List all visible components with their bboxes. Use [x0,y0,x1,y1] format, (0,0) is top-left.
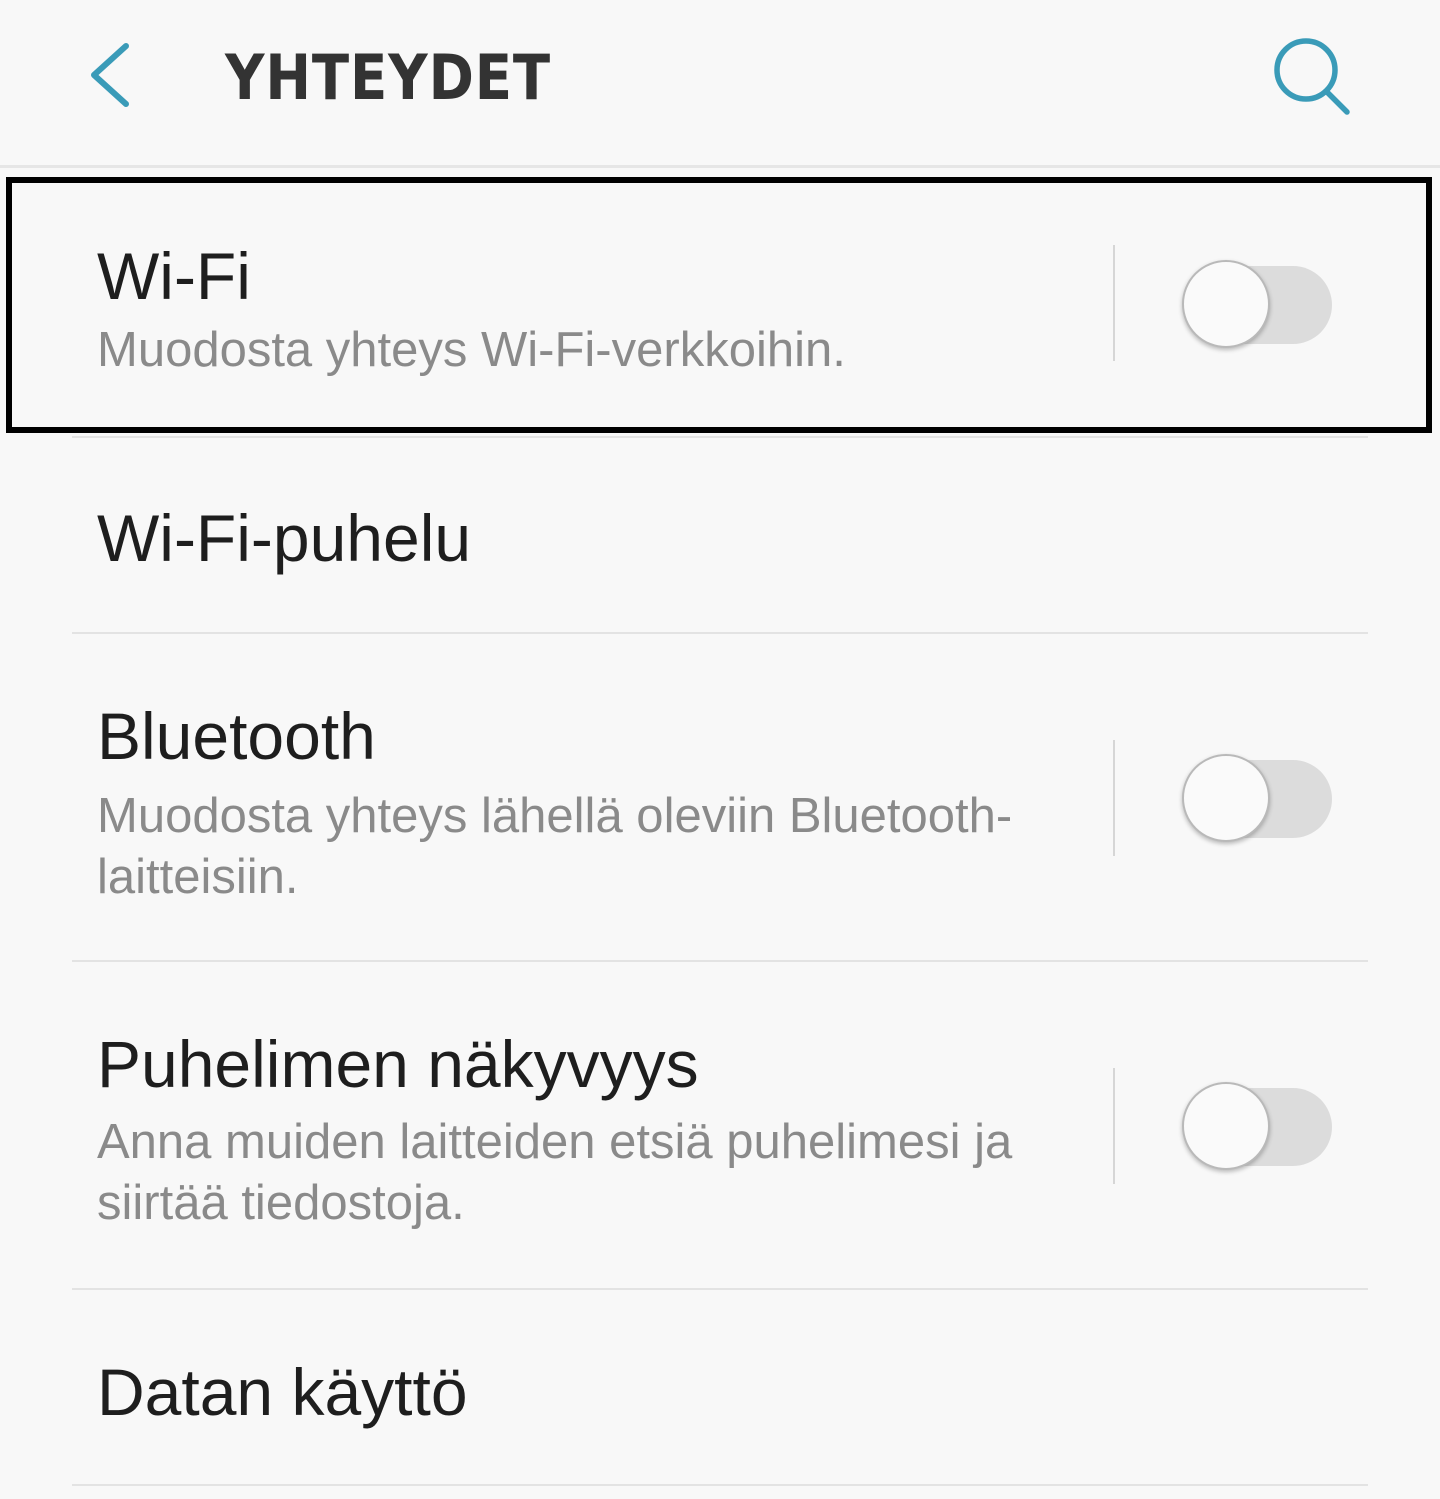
list-item-wifi[interactable]: Wi-Fi Muodosta yhteys Wi-Fi-verkkoihin. [0,180,1440,430]
list-item-subtitle: Muodosta yhteys Wi-Fi-verkkoihin. [97,323,846,377]
settings-list: Wi-Fi Muodosta yhteys Wi-Fi-verkkoihin. … [0,0,1440,1499]
toggle-thumb [1182,260,1270,348]
toggle-thumb [1182,1082,1270,1170]
phone-visibility-toggle[interactable] [1182,1082,1332,1172]
list-item-title: Wi-Fi-puhelu [97,501,472,575]
list-item-title: Wi-Fi [97,239,251,313]
list-item-title: Datan käyttö [97,1355,468,1429]
list-item-subtitle: Muodosta yhteys lähellä oleviin Bluetoot… [97,789,1013,904]
wifi-toggle[interactable] [1182,260,1332,350]
vertical-divider [1113,245,1115,361]
vertical-divider [1113,740,1115,856]
bluetooth-toggle[interactable] [1182,754,1332,844]
list-item-title: Puhelimen näkyvyys [97,1027,699,1101]
list-item-phone-visibility[interactable]: Puhelimen näkyvyys Anna muiden laitteide… [0,962,1440,1288]
list-item-wifi-calling[interactable]: Wi-Fi-puhelu [0,438,1440,632]
list-item-subtitle: Anna muiden laitteiden etsiä puhelimesi … [97,1115,1013,1230]
list-item-bluetooth[interactable]: Bluetooth Muodosta yhteys lähellä olevii… [0,634,1440,960]
vertical-divider [1113,1068,1115,1184]
toggle-thumb [1182,754,1270,842]
divider [72,1484,1368,1486]
list-item-data-usage[interactable]: Datan käyttö [0,1290,1440,1484]
list-item-title: Bluetooth [97,699,376,773]
